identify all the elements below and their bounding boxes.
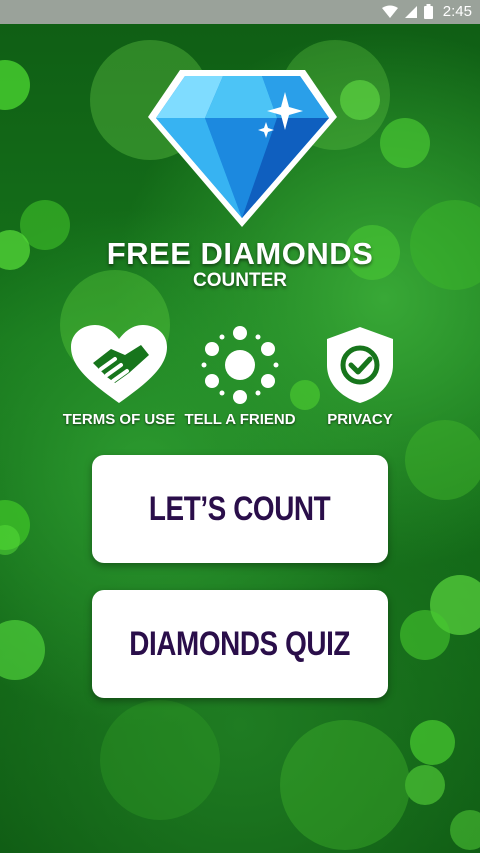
diamond-logo-icon [148, 70, 337, 227]
bokeh-circle [405, 420, 480, 500]
bokeh-circle [280, 720, 410, 850]
app-title: FREE DIAMONDS [106, 236, 374, 271]
shield-check-icon [327, 327, 393, 403]
bokeh-circle [340, 80, 380, 120]
lets-count-label: LET’S COUNT [149, 489, 331, 528]
bokeh-circle [410, 720, 455, 765]
tell-a-friend-label: TELL A FRIEND [184, 411, 296, 428]
bokeh-circle [405, 765, 445, 805]
bokeh-circle [450, 810, 480, 850]
tell-a-friend-button[interactable]: TELL A FRIEND [175, 325, 305, 428]
bokeh-circle [100, 700, 220, 820]
privacy-button[interactable]: PRIVACY [295, 325, 425, 428]
bokeh-circle [0, 60, 30, 110]
wifi-icon [381, 5, 398, 18]
terms-of-use-button[interactable]: TERMS OF USE [54, 325, 184, 428]
diamonds-quiz-label: DIAMONDS QUIZ [129, 624, 351, 663]
battery-icon [423, 4, 433, 19]
handshake-heart-icon [71, 325, 167, 403]
status-bar: 2:45 [0, 0, 480, 24]
terms-of-use-label: TERMS OF USE [62, 411, 176, 428]
bokeh-circle [400, 610, 450, 660]
diamonds-quiz-button[interactable]: DIAMONDS QUIZ [92, 590, 388, 698]
signal-icon [404, 5, 417, 18]
status-time: 2:45 [442, 3, 472, 20]
status-icons: 2:45 [381, 3, 472, 20]
app-subtitle: COUNTER [193, 270, 287, 291]
lets-count-button[interactable]: LET’S COUNT [92, 455, 388, 563]
bokeh-circle [380, 118, 430, 168]
share-network-icon [201, 326, 279, 404]
bokeh-circle [0, 620, 45, 680]
privacy-label: PRIVACY [327, 411, 393, 428]
